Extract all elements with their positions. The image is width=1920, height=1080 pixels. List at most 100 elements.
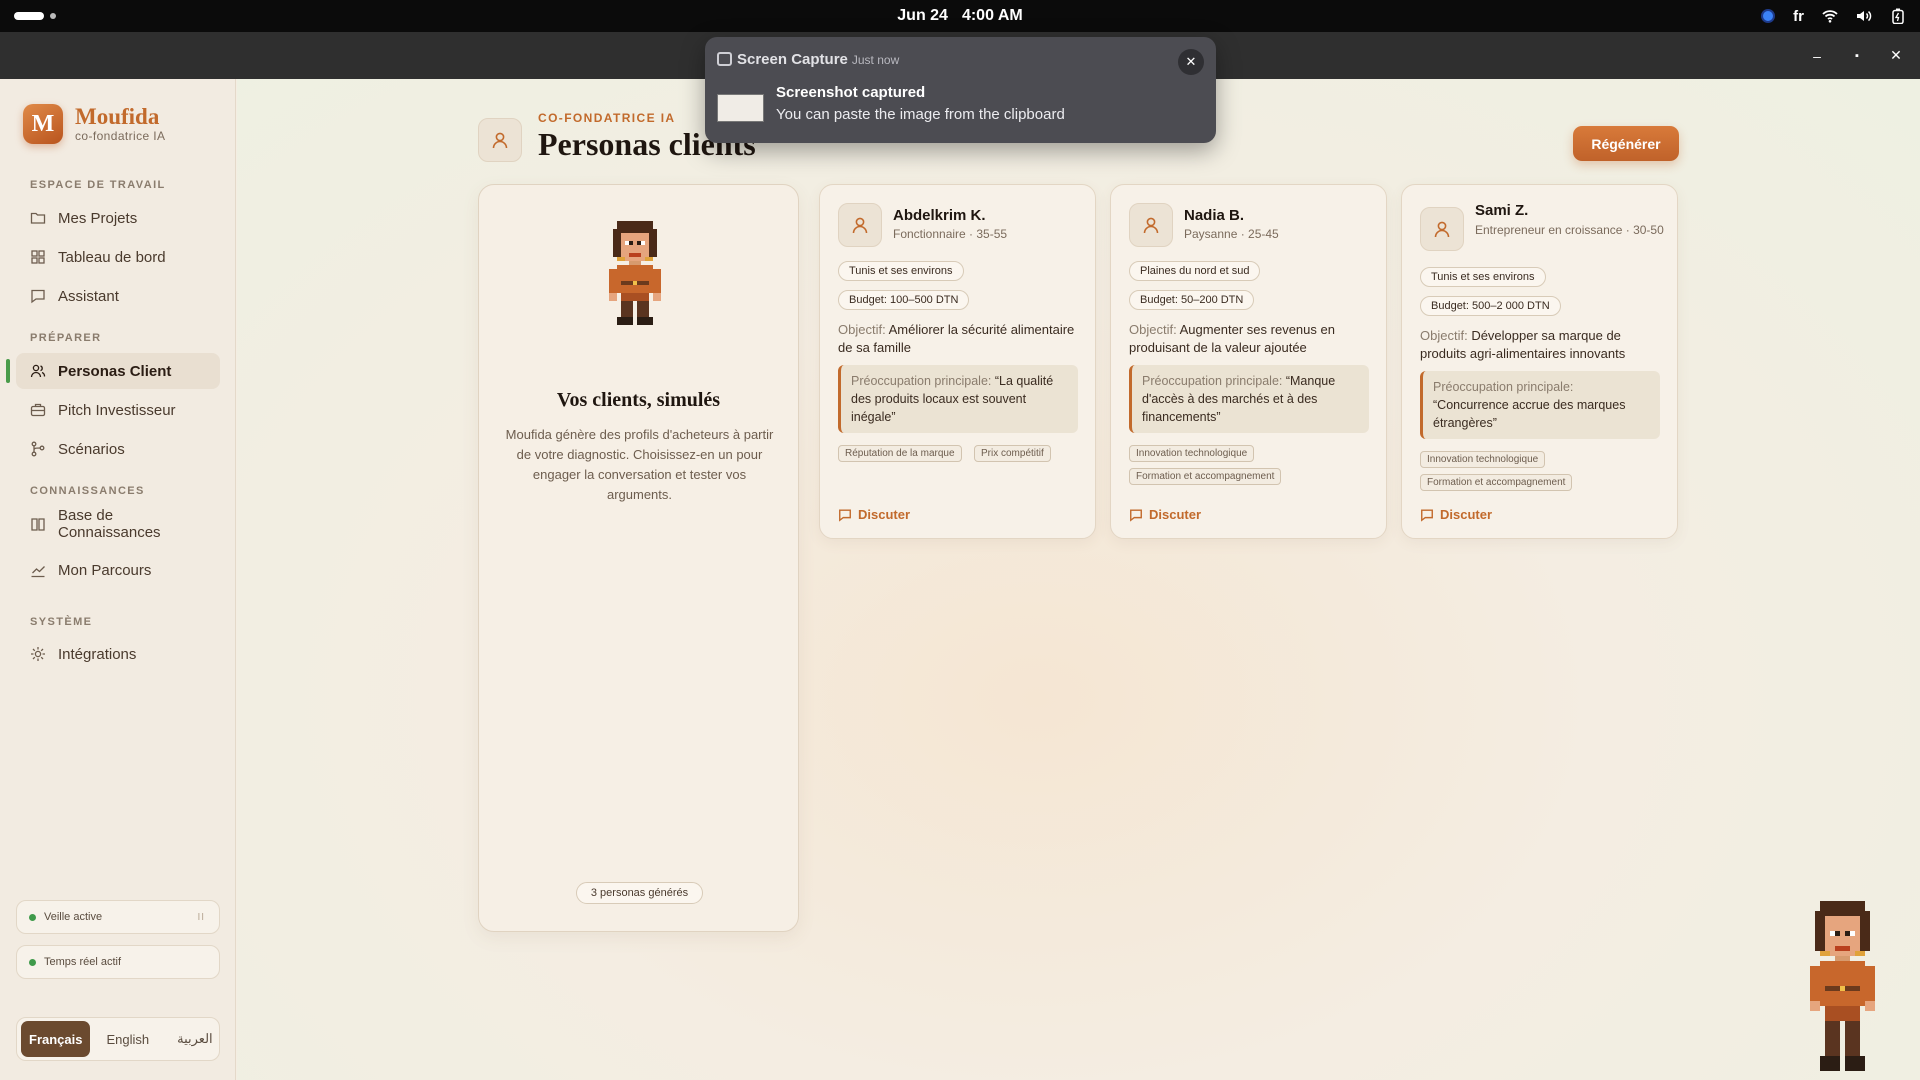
realtime-status: Temps réel actif	[16, 945, 220, 979]
brand[interactable]: M Moufida co-fondatrice IA	[23, 104, 165, 144]
chat-icon	[31, 289, 45, 304]
trend-icon	[31, 566, 45, 578]
close-window-button[interactable]: ✕	[1876, 32, 1916, 79]
toast-app-label: Screen Capture	[737, 51, 848, 68]
status-dot-icon[interactable]	[1761, 9, 1776, 23]
persona-location-tag: Tunis et ses environs	[838, 261, 964, 281]
minimize-button[interactable]: –	[1797, 32, 1837, 79]
sidebar: M Moufida co-fondatrice IA ESPACE DE TRA…	[0, 79, 236, 1080]
discuss-label: Discuter	[1440, 507, 1493, 522]
persona-location-tag: Tunis et ses environs	[1420, 267, 1546, 287]
system-top-bar: Jun 24 4:00 AM fr	[0, 0, 1920, 32]
status-label: Veille active	[44, 911, 103, 923]
persona-role: Fonctionnaire · 35-55	[893, 227, 1008, 241]
persona-budget-tag: Budget: 100–500 DTN	[838, 290, 970, 310]
sidebar-item-pitch[interactable]: Pitch Investisseur	[16, 392, 220, 428]
pixel-avatar-icon	[609, 221, 661, 325]
watch-status[interactable]: Veille active II	[16, 900, 220, 934]
sidebar-item-projects[interactable]: Mes Projets	[16, 200, 220, 236]
sidebar-item-label: Mes Projets	[58, 209, 138, 227]
discuss-label: Discuter	[1149, 507, 1202, 522]
motivation-tag: Formation et accompagnement	[1420, 474, 1573, 491]
sidebar-item-journey[interactable]: Mon Parcours	[16, 552, 220, 588]
sidebar-item-label: Assistant	[58, 287, 119, 305]
clock-date: Jun 24	[897, 7, 948, 24]
section-system-label: SYSTÈME	[30, 616, 93, 628]
mascot-avatar-icon[interactable]	[1800, 901, 1885, 1071]
toast-app-name: Screen Capture Just now	[737, 51, 899, 68]
persona-objective: Objectif: Augmenter ses revenus en produ…	[1129, 321, 1369, 357]
regenerate-button[interactable]: Régénérer	[1573, 126, 1679, 161]
persona-card[interactable]: Nadia B. Paysanne · 25-45 Plaines du nor…	[1110, 184, 1387, 539]
sun-icon	[31, 647, 45, 661]
persona-budget-tag: Budget: 500–2 000 DTN	[1420, 296, 1561, 316]
sidebar-item-label: Mon Parcours	[58, 561, 152, 579]
discuss-button[interactable]: Discuter	[1129, 507, 1201, 522]
battery-icon[interactable]	[1890, 8, 1906, 24]
sidebar-item-scenarios[interactable]: Scénarios	[16, 431, 220, 467]
screenshot-app-icon	[717, 52, 732, 66]
objective-label: Objectif:	[1129, 322, 1177, 337]
user-icon	[1434, 221, 1450, 238]
sidebar-item-knowledge-base[interactable]: Base de Connaissances	[16, 501, 220, 547]
screenshot-thumbnail[interactable]	[717, 94, 764, 122]
grid-icon	[31, 250, 45, 264]
language-arabic[interactable]: العربية	[165, 1021, 225, 1057]
keyboard-language[interactable]: fr	[1793, 8, 1804, 25]
hero-title: Vos clients, simulés	[556, 389, 721, 411]
brand-logo: M	[23, 104, 63, 144]
persona-card[interactable]: Sami Z. Entrepreneur en croissance · 30-…	[1401, 184, 1678, 539]
volume-icon[interactable]	[1856, 8, 1872, 24]
sidebar-item-personas[interactable]: Personas Client	[6, 353, 220, 389]
persona-avatar	[1420, 207, 1464, 251]
persona-avatar	[1129, 203, 1173, 247]
sidebar-item-label: Personas Client	[58, 362, 172, 380]
sidebar-item-integrations[interactable]: Intégrations	[16, 636, 220, 672]
chat-icon	[839, 508, 851, 522]
clock[interactable]: Jun 24 4:00 AM	[0, 0, 1920, 32]
toast-title: Screenshot captured	[776, 84, 926, 101]
sidebar-item-label: Scénarios	[58, 440, 125, 458]
sidebar-item-label: Tableau de bord	[58, 248, 166, 266]
toast-body: You can paste the image from the clipboa…	[776, 106, 1065, 123]
persona-objective: Objectif: Améliorer la sécurité alimenta…	[838, 321, 1078, 357]
language-french[interactable]: Français	[21, 1021, 91, 1057]
motivation-tag: Innovation technologique	[1420, 451, 1546, 468]
hero-card: Vos clients, simulés Moufida génère des …	[478, 184, 799, 932]
sidebar-item-label: Intégrations	[58, 645, 137, 663]
pause-icon[interactable]: II	[197, 912, 205, 923]
sidebar-item-assistant[interactable]: Assistant	[16, 278, 220, 314]
wifi-icon[interactable]	[1822, 8, 1838, 24]
discuss-button[interactable]: Discuter	[838, 507, 910, 522]
persona-name: Abdelkrim K.	[893, 207, 986, 224]
chat-icon	[1130, 508, 1142, 522]
discuss-label: Discuter	[858, 507, 911, 522]
persona-role: Entrepreneur en croissance · 30-50	[1475, 223, 1664, 237]
motivation-tag: Formation et accompagnement	[1129, 468, 1282, 485]
language-english[interactable]: English	[94, 1021, 161, 1057]
toast-close-button[interactable]: ✕	[1178, 49, 1204, 75]
persona-avatar	[838, 203, 882, 247]
persona-name: Nadia B.	[1184, 207, 1245, 224]
user-icon	[1143, 217, 1159, 234]
status-label: Temps réel actif	[44, 956, 122, 968]
notification-toast[interactable]: Screen Capture Just now ✕ Screenshot capt…	[705, 37, 1216, 143]
user-icon	[492, 132, 508, 149]
concern-text: “Concurrence accrue des marques étrangèr…	[1433, 398, 1626, 430]
section-knowledge-label: CONNAISSANCES	[30, 485, 145, 497]
persona-card[interactable]: Abdelkrim K. Fonctionnaire · 35-55 Tunis…	[819, 184, 1096, 539]
status-dot-icon	[29, 958, 36, 966]
sidebar-item-label: Pitch Investisseur	[58, 401, 176, 419]
discuss-button[interactable]: Discuter	[1420, 507, 1492, 522]
status-dot-icon	[29, 913, 36, 921]
concern-label: Préoccupation principale:	[1433, 380, 1574, 394]
persona-budget-tag: Budget: 50–200 DTN	[1129, 290, 1255, 310]
persona-objective: Objectif: Développer sa marque de produi…	[1420, 327, 1660, 363]
motivation-tag: Prix compétitif	[974, 445, 1051, 462]
persona-concern: Préoccupation principale: “Concurrence a…	[1420, 371, 1660, 439]
workspace-indicator[interactable]	[14, 12, 56, 20]
maximize-button[interactable]: ▪	[1837, 32, 1877, 79]
folder-icon	[30, 212, 46, 224]
sidebar-item-dashboard[interactable]: Tableau de bord	[16, 239, 220, 275]
persona-count-badge: 3 personas générés	[576, 882, 703, 904]
